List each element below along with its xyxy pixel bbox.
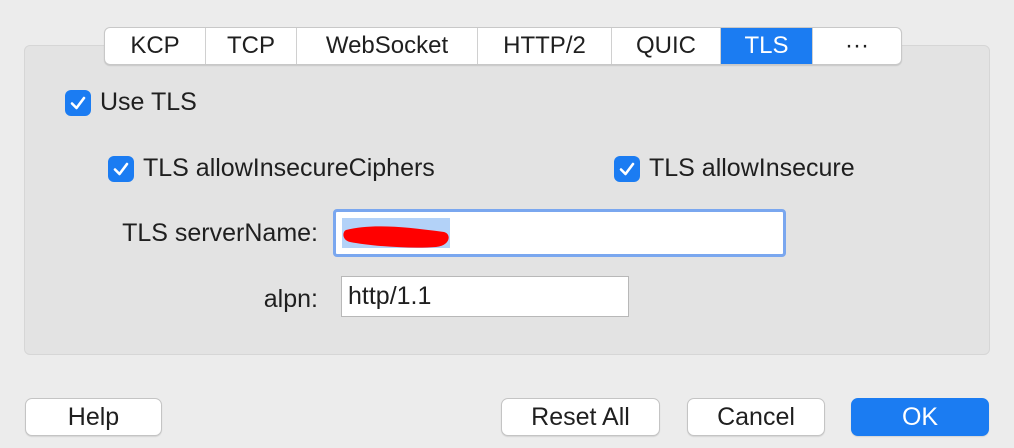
tab-quic[interactable]: QUIC [612,28,721,64]
allow-insecure-label: TLS allowInsecure [649,154,855,182]
checkmark-icon [614,155,640,182]
reset-all-button[interactable]: Reset All [501,398,660,436]
tab-kcp[interactable]: KCP [105,28,206,64]
checkmark-icon [65,89,91,116]
tab-http2[interactable]: HTTP/2 [478,28,612,64]
help-button[interactable]: Help [25,398,162,436]
tab-tcp[interactable]: TCP [206,28,297,64]
tab-more[interactable]: ··· [813,28,901,64]
allow-insecure-ciphers-label: TLS allowInsecureCiphers [143,154,435,182]
ok-button[interactable]: OK [851,398,989,436]
server-name-input[interactable] [333,209,786,257]
tab-tls[interactable]: TLS [721,28,813,64]
redaction-mark [342,218,450,248]
server-name-label: TLS serverName: [122,219,318,247]
alpn-value: http/1.1 [348,282,432,310]
use-tls-label: Use TLS [100,88,197,116]
allow-insecure-checkbox[interactable]: TLS allowInsecure [614,154,855,183]
alpn-input[interactable]: http/1.1 [341,276,629,317]
allow-insecure-ciphers-checkbox[interactable]: TLS allowInsecureCiphers [108,154,435,183]
protocol-tab-bar: KCP TCP WebSocket HTTP/2 QUIC TLS ··· [104,27,902,65]
cancel-button[interactable]: Cancel [687,398,825,436]
alpn-label: alpn: [263,285,318,313]
checkmark-icon [108,155,134,182]
tab-websocket[interactable]: WebSocket [297,28,478,64]
use-tls-checkbox[interactable]: Use TLS [65,88,197,117]
